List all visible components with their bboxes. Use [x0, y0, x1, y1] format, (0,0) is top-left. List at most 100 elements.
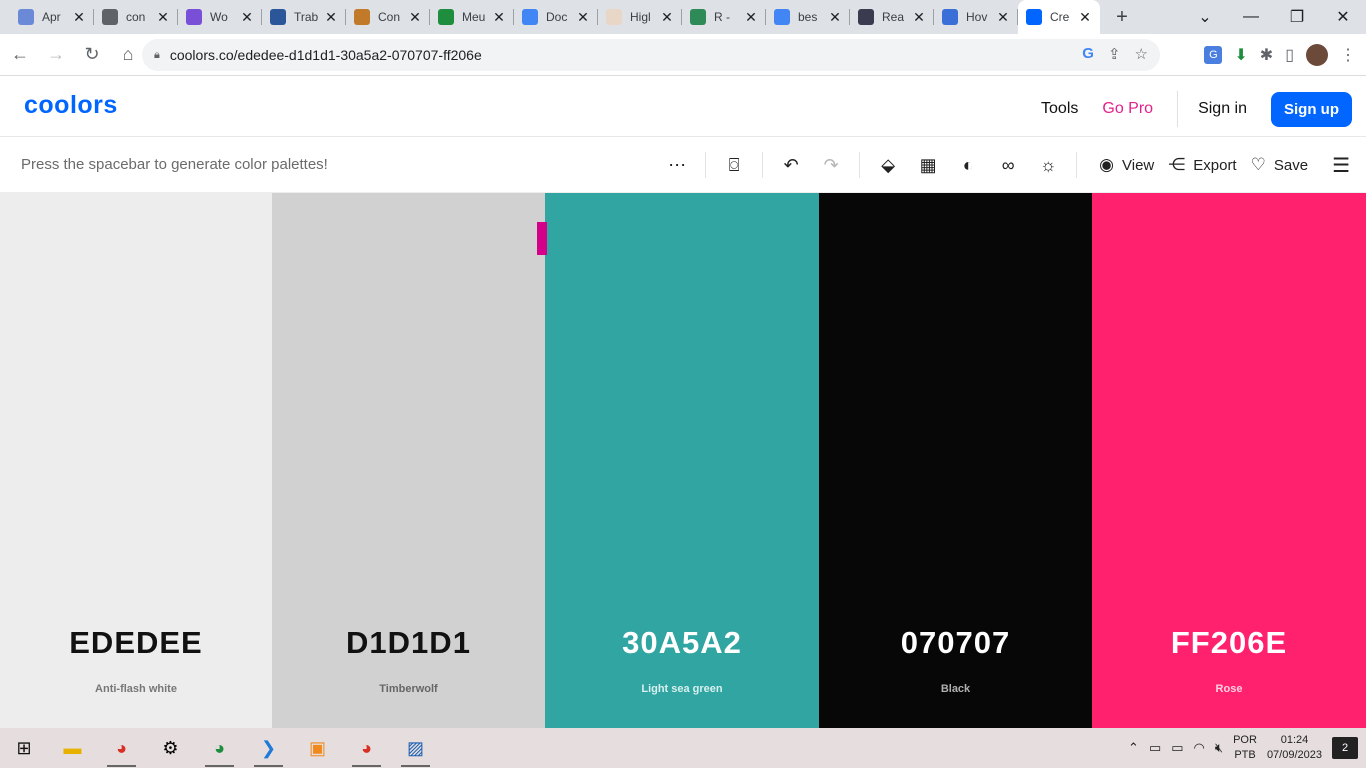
camera-icon[interactable]: ⌼ — [714, 155, 754, 176]
close-window-button[interactable]: ✕ — [1320, 7, 1366, 27]
tab-close-icon[interactable]: ✕ — [240, 9, 254, 26]
tab-close-icon[interactable]: ✕ — [828, 9, 842, 26]
tools-link[interactable]: Tools — [1041, 100, 1078, 118]
tab-close-icon[interactable]: ✕ — [492, 9, 506, 26]
color-swatch[interactable]: 30A5A2 Light sea green — [545, 193, 819, 728]
side-panel-icon[interactable]: ▯ — [1285, 45, 1294, 65]
browser-tab[interactable]: Cre ✕ — [1018, 0, 1100, 34]
browser-tab[interactable]: Con ✕ — [346, 0, 430, 34]
tab-favicon-icon — [354, 9, 370, 25]
photos-icon[interactable]: ▨ — [391, 728, 440, 768]
hex-code[interactable]: EDEDEE — [0, 625, 272, 661]
browser-menu-icon[interactable]: ⋮ — [1340, 45, 1356, 65]
browser-tab[interactable]: Trab ✕ — [262, 0, 346, 34]
tab-close-icon[interactable]: ✕ — [1078, 9, 1092, 26]
browser-tab[interactable]: Hov ✕ — [934, 0, 1018, 34]
glasses-icon[interactable]: ∞ — [988, 155, 1028, 176]
battery-icon[interactable]: ▭ — [1171, 740, 1183, 756]
export-button[interactable]: ⋲ Export — [1168, 155, 1236, 175]
browser-tab[interactable]: Doc ✕ — [514, 0, 598, 34]
brightness-icon[interactable]: ☼ — [1028, 155, 1068, 176]
color-swatch[interactable]: D1D1D1 Timberwolf — [272, 193, 545, 728]
language-indicator[interactable]: POR PTB — [1233, 733, 1257, 763]
tab-title: Meu — [462, 10, 486, 24]
divider — [1177, 91, 1179, 127]
back-button[interactable]: ← — [4, 44, 36, 65]
address-bar[interactable]: 🔒︎ coolors.co/ededee-d1d1d1-30a5a2-07070… — [142, 39, 1160, 71]
bookmark-star-icon[interactable]: ☆ — [1135, 45, 1148, 63]
undo-icon[interactable]: ↶ — [771, 155, 811, 176]
color-swatch[interactable]: FF206E Rose — [1092, 193, 1366, 728]
color-swatch[interactable]: 070707 Black — [819, 193, 1092, 728]
browser-tab[interactable]: bes ✕ — [766, 0, 850, 34]
grid-icon[interactable]: ▦ — [908, 155, 948, 176]
download-icon[interactable]: ⬇ — [1234, 45, 1247, 65]
contrast-icon[interactable]: ◐ — [948, 155, 988, 176]
forward-button[interactable]: → — [40, 44, 72, 65]
coolors-logo[interactable]: coolors — [24, 91, 118, 120]
meet-icon[interactable]: ▭ — [1149, 740, 1161, 756]
volume-muted-icon[interactable]: 🔇︎ — [1215, 740, 1223, 756]
view-button[interactable]: ◉ View — [1099, 155, 1154, 175]
chrome-icon[interactable]: ◕ — [97, 728, 146, 768]
hex-code[interactable]: 30A5A2 — [545, 625, 819, 661]
wifi-icon[interactable]: ◠ — [1194, 740, 1205, 756]
minimize-button[interactable]: — — [1228, 8, 1274, 26]
file-explorer-icon[interactable]: ▬ — [48, 728, 97, 768]
hex-code[interactable]: 070707 — [819, 625, 1092, 661]
tab-close-icon[interactable]: ✕ — [744, 9, 758, 26]
redo-icon[interactable]: ↷ — [811, 155, 851, 176]
tab-close-icon[interactable]: ✕ — [72, 9, 86, 26]
site-header: coolors Tools Go Pro Sign in Sign up — [0, 77, 1366, 137]
tab-close-icon[interactable]: ✕ — [324, 9, 338, 26]
browser-tab[interactable]: Rea ✕ — [850, 0, 934, 34]
google-icon[interactable]: G — [1082, 45, 1094, 63]
go-pro-link[interactable]: Go Pro — [1102, 100, 1153, 118]
tab-close-icon[interactable]: ✕ — [156, 9, 170, 26]
windows-start-icon[interactable]: ⊞ — [0, 738, 48, 759]
home-button[interactable]: ⌂ — [112, 44, 144, 65]
lock-icon: 🔒︎ — [154, 48, 160, 61]
vscode-icon[interactable]: ❯ — [244, 728, 293, 768]
browser-tab[interactable]: con ✕ — [94, 0, 178, 34]
clock[interactable]: 01:24 07/09/2023 — [1267, 733, 1322, 763]
pdf-app-icon[interactable]: ▣ — [293, 728, 342, 768]
tab-close-icon[interactable]: ✕ — [660, 9, 674, 26]
more-options-icon[interactable]: ⋯ — [657, 155, 697, 176]
sign-up-button[interactable]: Sign up — [1271, 91, 1352, 127]
color-swatch[interactable]: EDEDEE Anti-flash white — [0, 193, 272, 728]
browser-tab[interactable]: R - ✕ — [682, 0, 766, 34]
browser-tab[interactable]: Apr ✕ — [10, 0, 94, 34]
tab-close-icon[interactable]: ✕ — [576, 9, 590, 26]
save-button[interactable]: ♡ Save — [1251, 155, 1308, 175]
translate-extension-icon[interactable]: G — [1204, 46, 1223, 64]
tab-close-icon[interactable]: ✕ — [408, 9, 422, 26]
tab-search-icon[interactable]: ⌄ — [1182, 7, 1228, 27]
hamburger-menu-icon[interactable]: ☰ — [1332, 153, 1350, 178]
sign-in-link[interactable]: Sign in — [1198, 100, 1247, 118]
chevron-up-icon[interactable]: ⌃ — [1128, 740, 1139, 756]
clock-time: 01:24 — [1280, 734, 1309, 746]
new-tab-button[interactable]: + — [1108, 6, 1136, 29]
tab-close-icon[interactable]: ✕ — [912, 9, 926, 26]
chrome-profile-icon[interactable]: ◕ — [195, 728, 244, 768]
browser-tab[interactable]: Wo ✕ — [178, 0, 262, 34]
tab-title: Trab — [294, 10, 319, 24]
profile-avatar[interactable] — [1306, 44, 1328, 66]
notification-center-icon[interactable]: 2 — [1332, 737, 1358, 759]
browser-tab[interactable]: Meu ✕ — [430, 0, 514, 34]
share-icon[interactable]: ⇪ — [1108, 45, 1121, 63]
reload-button[interactable]: ↻ — [76, 44, 108, 65]
shapes-icon[interactable]: ⬙ — [868, 155, 908, 176]
lang-code: POR — [1233, 734, 1257, 746]
chrome-profile-2-icon[interactable]: ◕ — [342, 728, 391, 768]
hex-code[interactable]: D1D1D1 — [272, 625, 545, 661]
windows-taskbar: ⊞ ▬ ◕ ⚙ ◕ ❯ ▣ ◕ ▨ ⌃ ▭ ▭ ◠ 🔇︎ POR PTB 01:2… — [0, 728, 1366, 768]
tab-close-icon[interactable]: ✕ — [996, 9, 1010, 26]
browser-tab[interactable]: Higl ✕ — [598, 0, 682, 34]
settings-gear-icon[interactable]: ⚙ — [146, 728, 195, 768]
color-name: Light sea green — [641, 683, 723, 695]
puzzle-extensions-icon[interactable]: ✱ — [1260, 45, 1273, 65]
hex-code[interactable]: FF206E — [1092, 625, 1366, 661]
restore-button[interactable]: ❐ — [1274, 7, 1320, 27]
